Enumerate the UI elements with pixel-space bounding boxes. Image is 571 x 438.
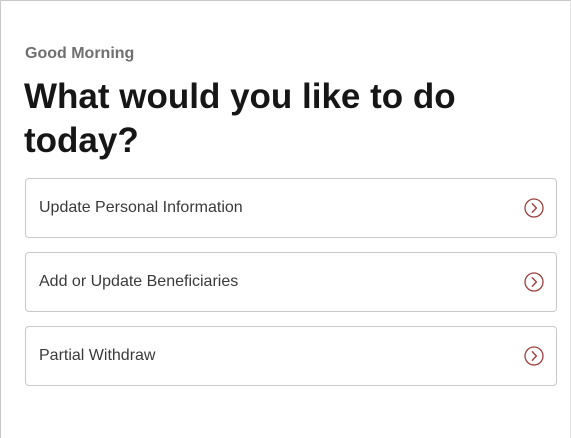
greeting-text: Good Morning: [25, 45, 135, 62]
update-personal-information-option[interactable]: Update Personal Information: [25, 178, 557, 238]
chevron-right-circle-icon: [524, 272, 544, 292]
action-list: Update Personal Information Add or Updat…: [25, 178, 557, 400]
chevron-right-circle-icon: [524, 346, 544, 366]
partial-withdraw-option[interactable]: Partial Withdraw: [25, 326, 557, 386]
action-panel: Good Morning What would you like to do t…: [0, 0, 571, 438]
option-label: Add or Update Beneficiaries: [39, 273, 239, 290]
option-label: Partial Withdraw: [39, 347, 156, 364]
page-title: What would you like to do today?: [24, 77, 456, 160]
chevron-right-circle-icon: [524, 198, 544, 218]
option-label: Update Personal Information: [39, 199, 243, 216]
add-or-update-beneficiaries-option[interactable]: Add or Update Beneficiaries: [25, 252, 557, 312]
